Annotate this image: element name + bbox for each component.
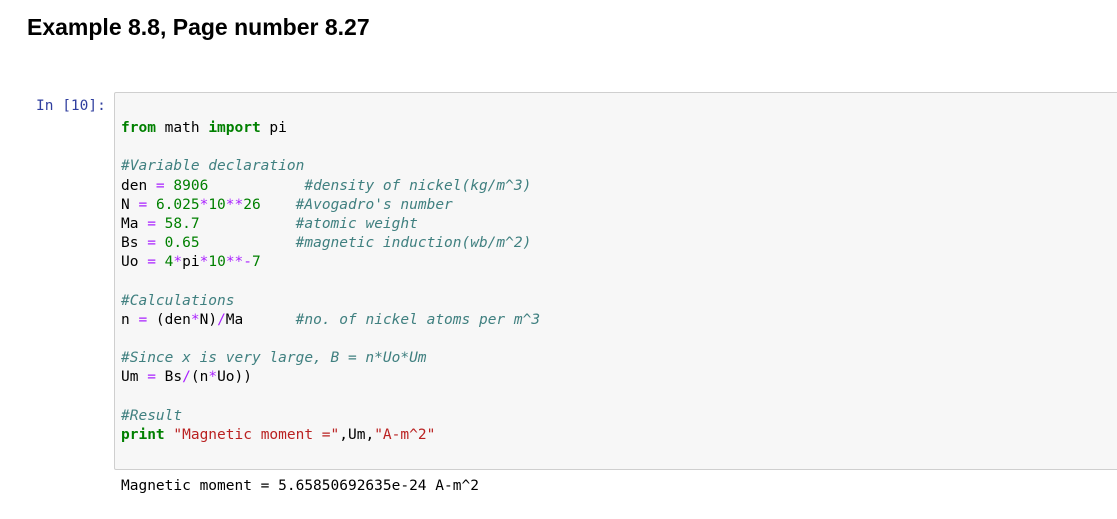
- code-operator: =: [147, 215, 156, 232]
- code-line: Uo = 4*pi*10**-7: [121, 253, 540, 272]
- code-string: "A-m^2": [374, 427, 436, 443]
- code-number: 10: [208, 254, 226, 271]
- code-text: Um: [121, 369, 148, 386]
- code-operator: *: [173, 254, 183, 271]
- code-comment: #Avogadro's number: [295, 196, 453, 213]
- code-number: 26: [243, 196, 261, 213]
- code-line: print "Magnetic moment =",Um,"A-m^2": [121, 426, 540, 445]
- code-number: 58.7: [164, 215, 200, 232]
- code-operator: =: [138, 311, 148, 328]
- code-text: N): [199, 311, 218, 328]
- code-text: Ma: [225, 311, 296, 328]
- code-keyword: from: [121, 120, 156, 136]
- code-text: Uo: [121, 254, 148, 271]
- code-operator: =: [147, 369, 156, 386]
- code-text: n: [121, 311, 139, 328]
- code-line: Bs = 0.65 #magnetic induction(wb/m^2): [121, 234, 540, 253]
- code-text: N: [121, 196, 139, 213]
- code-operator: /: [182, 369, 191, 386]
- code-comment: #Calculations: [121, 292, 235, 309]
- code-text: (n: [190, 369, 209, 386]
- code-line: #Variable declaration: [121, 157, 540, 176]
- code-keyword: import: [208, 120, 261, 136]
- code-comment: #magnetic induction(wb/m^2): [295, 235, 532, 252]
- section-heading: Example 8.8, Page number 8.27: [27, 14, 370, 40]
- code-number: 0.65: [164, 235, 200, 252]
- code-number: 6.025: [155, 196, 200, 213]
- code-text: ,Um,: [339, 427, 375, 443]
- code-operator: *: [190, 311, 200, 328]
- code-comment: #atomic weight: [295, 215, 418, 232]
- code-operator: =: [147, 254, 156, 271]
- code-text: Bs: [155, 369, 183, 386]
- code-text: Ma: [121, 215, 148, 232]
- code-text: den: [121, 177, 156, 194]
- code-number: 8906: [173, 177, 209, 194]
- code-comment: #density of nickel(kg/m^3): [304, 177, 532, 194]
- code-line: #Calculations: [121, 292, 540, 311]
- code-text: math: [155, 120, 209, 136]
- code-line: n = (den*N)/Ma #no. of nickel atoms per …: [121, 311, 540, 330]
- code-string: "Magnetic moment =": [173, 427, 340, 443]
- code-line: from math import pi: [121, 119, 540, 138]
- code-comment: #Result: [121, 407, 183, 424]
- code-line: #Result: [121, 407, 540, 426]
- code-keyword: print: [121, 427, 165, 443]
- code-operator: **-: [225, 254, 253, 271]
- code-text: pi: [260, 120, 287, 136]
- code-operator: =: [138, 196, 148, 213]
- code-comment: #no. of nickel atoms per m^3: [295, 311, 541, 328]
- code-number: 10: [208, 196, 226, 213]
- code-line: Ma = 58.7 #atomic weight: [121, 215, 540, 234]
- code-operator: *: [208, 369, 218, 386]
- code-line: Um = Bs/(n*Uo)): [121, 368, 540, 387]
- code-operator: =: [155, 177, 165, 194]
- cell-input-prompt: In [10]:: [36, 98, 106, 114]
- code-comment: #Variable declaration: [121, 158, 305, 175]
- code-text: pi: [182, 254, 200, 271]
- code-text: Bs: [121, 235, 148, 252]
- code-line: #Since x is very large, B = n*Uo*Um: [121, 349, 540, 368]
- code-line: den = 8906 #density of nickel(kg/m^3): [121, 177, 540, 196]
- code-text: Uo)): [217, 369, 252, 386]
- code-text: (den: [147, 311, 191, 328]
- cell-output-text: Magnetic moment = 5.65850692635e-24 A-m^…: [121, 478, 479, 494]
- code-line: N = 6.025*10**26 #Avogadro's number: [121, 196, 540, 215]
- code-number: 7: [252, 254, 261, 271]
- code-operator: =: [147, 235, 156, 252]
- code-editor[interactable]: from math import pi #Variable declaration…: [121, 119, 540, 445]
- code-comment: #Since x is very large, B = n*Uo*Um: [121, 350, 427, 367]
- code-operator: /: [217, 311, 226, 328]
- code-operator: **: [225, 196, 244, 213]
